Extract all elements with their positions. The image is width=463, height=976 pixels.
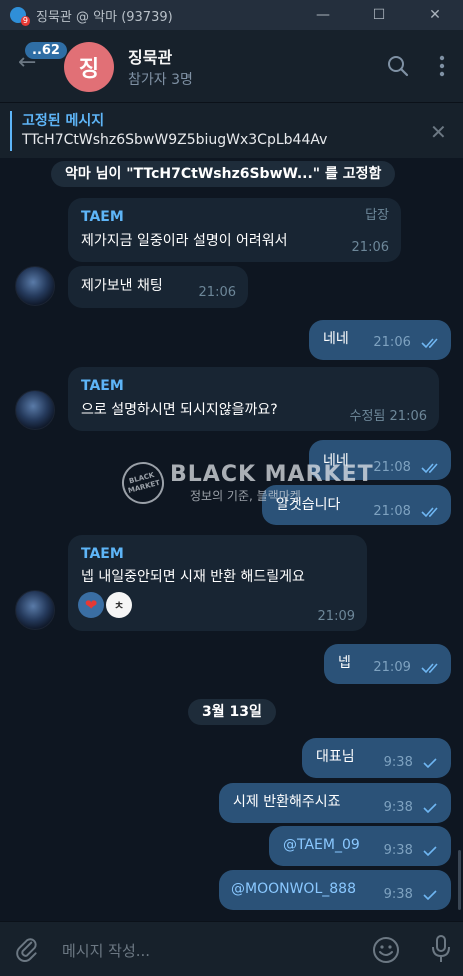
attach-icon[interactable] — [14, 936, 40, 962]
watermark-logo: BLACK MARKET — [117, 457, 169, 509]
minimize-button[interactable]: — — [295, 0, 351, 30]
telegram-app-icon: 9 — [10, 7, 30, 26]
message-meta: 9:38 — [384, 885, 439, 904]
heart-reaction[interactable]: ❤ — [78, 592, 104, 618]
message-time: 21:09 — [317, 609, 355, 624]
outgoing-message[interactable]: 넵 21:09 — [324, 644, 451, 684]
reply-label[interactable]: 답장 — [365, 206, 389, 225]
single-check-icon — [423, 802, 437, 813]
pinned-title: 고정된 메시지 — [22, 113, 105, 129]
outgoing-message[interactable]: 대표님 9:38 — [302, 738, 451, 778]
message-meta: 9:38 — [384, 798, 439, 817]
outgoing-message[interactable]: 시제 반환해주시죠 9:38 — [219, 783, 451, 823]
message-time: 21:08 — [373, 504, 411, 519]
close-icon[interactable]: ✕ — [430, 120, 447, 144]
search-icon[interactable] — [386, 54, 410, 78]
message-meta: 9:38 — [384, 841, 439, 860]
message-meta: 9:38 — [384, 753, 439, 772]
window-title: 징묵관 @ 악마 (93739) — [36, 9, 173, 25]
message-input[interactable]: 메시지 작성... — [62, 940, 150, 961]
incoming-message[interactable]: TAEM 으로 설명하시면 되시지않을까요? 수정됨 21:06 — [68, 367, 439, 431]
message-text: 제가지금 일중이라 설명이 어려워서 — [81, 233, 288, 249]
pinned-text: TTcH7CtWshz6SbwW9Z5biugWx3CpLb44Av — [22, 132, 328, 148]
message-time: 9:38 — [383, 755, 413, 770]
message-time: 9:38 — [383, 887, 413, 902]
group-avatar[interactable]: 징 — [64, 42, 114, 92]
message-time: 수정됨 21:06 — [349, 409, 427, 424]
incoming-message[interactable]: TAEM 답장 제가지금 일중이라 설명이 어려워서 21:06 — [68, 198, 401, 262]
message-text: 네네 — [323, 331, 349, 347]
scrollbar-thumb[interactable] — [458, 850, 461, 910]
watermark-sub: 정보의 기준, 블랙마켓 — [190, 488, 301, 503]
more-vertical-icon[interactable] — [434, 54, 450, 78]
sender-avatar[interactable] — [15, 390, 55, 430]
app-badge: 9 — [20, 16, 30, 26]
sender-name[interactable]: TAEM — [81, 545, 124, 564]
double-check-icon — [421, 506, 438, 517]
message-text: 넵 — [338, 655, 351, 671]
emoji-icon[interactable] — [372, 936, 400, 964]
message-text: 으로 설명하시면 되시지않을까요? — [81, 402, 278, 418]
single-check-icon — [423, 757, 437, 768]
chat-header: ← ..62 징 징묵관 참가자 3명 — [0, 30, 463, 102]
watermark-text: BLACK MARKET 정보의 기준, 블랙마켓 — [170, 461, 374, 504]
date-divider: 3월 13일 — [188, 699, 276, 725]
chat-title[interactable]: 징묵관 — [128, 44, 172, 68]
window-titlebar: 9 징묵관 @ 악마 (93739) — ☐ ✕ — [0, 0, 463, 30]
message-meta: 21:08 — [373, 502, 443, 521]
mention-link[interactable]: @TAEM_09 — [283, 836, 360, 855]
message-time: 21:09 — [373, 660, 411, 675]
message-meta: 21:08 — [373, 458, 443, 477]
double-check-icon — [421, 337, 438, 348]
message-time: 9:38 — [383, 800, 413, 815]
message-text: 제가보낸 채팅 — [81, 278, 163, 294]
outgoing-message[interactable]: @MOONWOL_888 9:38 — [219, 870, 451, 910]
message-time: 21:06 — [373, 335, 411, 350]
message-meta: 21:06 — [373, 333, 443, 352]
unread-count-badge[interactable]: ..62 — [25, 42, 67, 59]
reactions[interactable]: ❤ ㅊ — [78, 592, 132, 618]
outgoing-message[interactable]: 네네 21:06 — [309, 320, 451, 360]
outgoing-message[interactable]: @TAEM_09 9:38 — [269, 826, 451, 866]
message-text: 넵 내일중안되면 시재 반환 해드릴게요 — [81, 569, 305, 585]
message-input-bar: 메시지 작성... — [0, 921, 463, 976]
message-time: 9:38 — [383, 843, 413, 858]
double-check-icon — [421, 662, 438, 673]
black-market-watermark: BLACK MARKET BLACK MARKET 정보의 기준, 블랙마켓 — [117, 457, 374, 509]
single-check-icon — [423, 889, 437, 900]
sender-avatar[interactable] — [15, 590, 55, 630]
sender-avatar[interactable] — [15, 266, 55, 306]
chat-scrollbar[interactable] — [458, 160, 461, 920]
watermark-main: BLACK MARKET — [170, 461, 374, 487]
incoming-message[interactable]: 제가보낸 채팅 21:06 — [68, 266, 248, 308]
maximize-button[interactable]: ☐ — [351, 0, 407, 30]
mic-icon[interactable] — [430, 934, 452, 964]
service-message-pinned: 악마 님이 "TTcH7CtWshz6SbwW..." 를 고정함 — [51, 161, 396, 187]
reaction-user-avatar: ㅊ — [106, 592, 132, 618]
incoming-message[interactable]: TAEM 넵 내일중안되면 시재 반환 해드릴게요 ❤ ㅊ 21:09 — [68, 535, 367, 631]
sender-name[interactable]: TAEM — [81, 208, 124, 227]
sender-name[interactable]: TAEM — [81, 377, 124, 396]
message-time: 21:06 — [198, 285, 236, 300]
message-time: 21:08 — [373, 460, 411, 475]
message-time: 21:06 — [351, 240, 389, 255]
single-check-icon — [423, 845, 437, 856]
pinned-accent-bar — [10, 111, 12, 151]
pinned-message-bar[interactable]: 고정된 메시지 TTcH7CtWshz6SbwW9Z5biugWx3CpLb44… — [0, 102, 463, 158]
double-check-icon — [421, 462, 438, 473]
message-text: 시제 반환해주시죠 — [233, 794, 341, 810]
mention-link[interactable]: @MOONWOL_888 — [231, 880, 356, 899]
close-window-button[interactable]: ✕ — [407, 0, 463, 30]
participant-count: 참가자 3명 — [128, 72, 193, 88]
message-text: 대표님 — [316, 749, 355, 765]
message-meta: 21:09 — [373, 658, 443, 677]
window-controls: — ☐ ✕ — [295, 0, 463, 30]
